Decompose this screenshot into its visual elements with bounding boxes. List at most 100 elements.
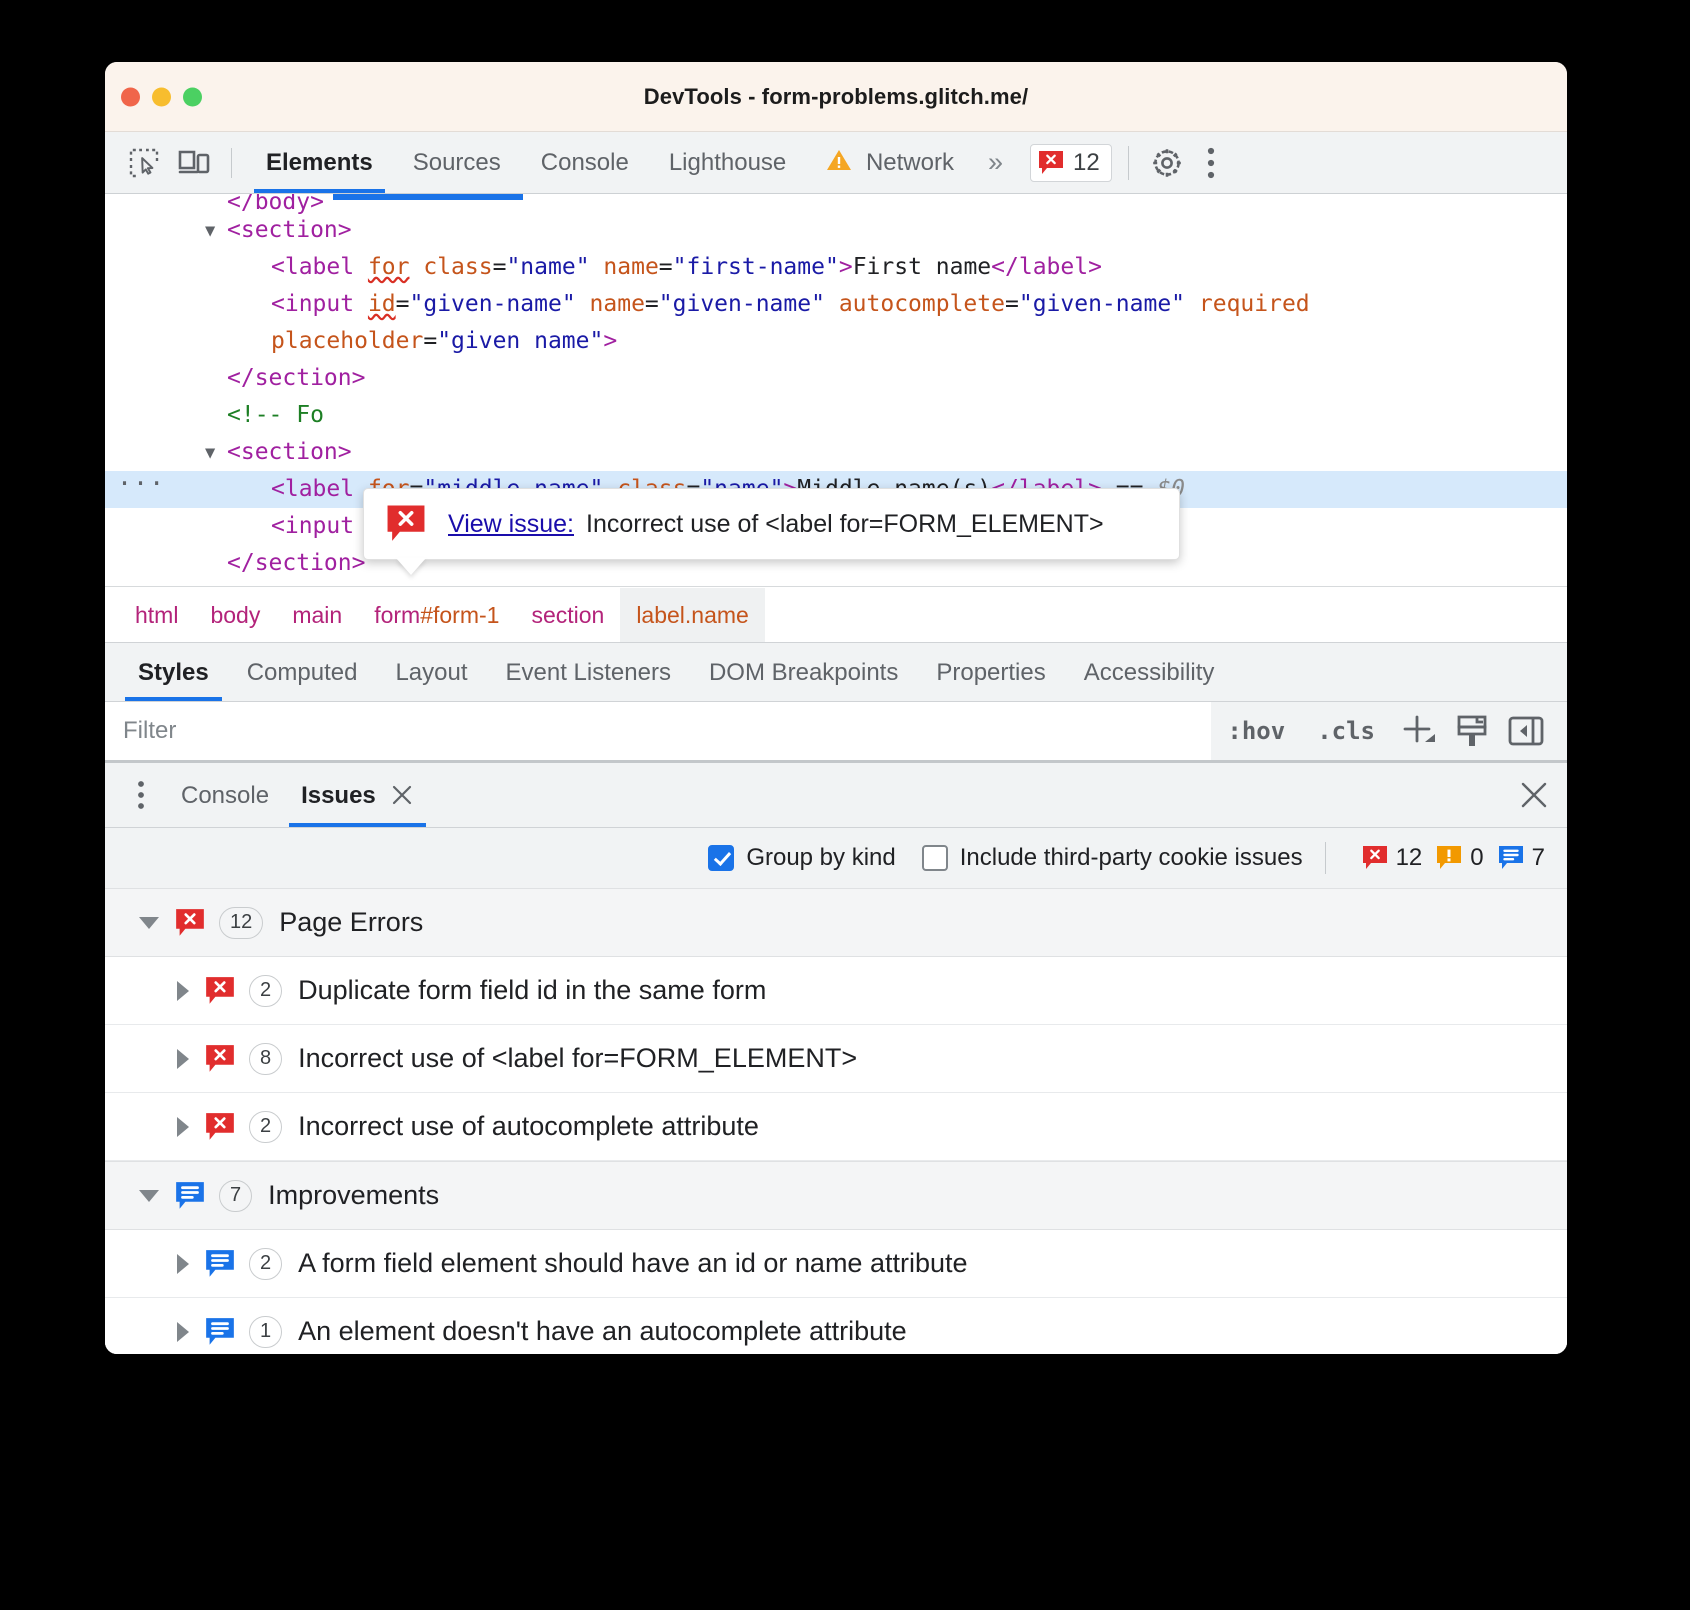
- paintbrush-icon[interactable]: [1445, 708, 1499, 754]
- breadcrumb-label: main: [292, 602, 342, 628]
- issue-tooltip[interactable]: View issue: Incorrect use of <label for=…: [363, 488, 1180, 560]
- group-by-kind-checkbox[interactable]: Group by kind: [708, 844, 895, 872]
- tab-properties[interactable]: Properties: [917, 644, 1064, 701]
- dom-token: =: [396, 291, 410, 317]
- view-issue-link[interactable]: View issue:: [448, 506, 574, 543]
- info-count-group: 7: [1498, 844, 1545, 872]
- warning-count-text: 0: [1470, 844, 1483, 872]
- include-third-party-label: Include third-party cookie issues: [960, 844, 1303, 872]
- close-drawer-icon[interactable]: [1519, 780, 1549, 810]
- issue-count-badge: 7: [219, 1180, 252, 1212]
- search-input[interactable]: [105, 702, 1211, 760]
- cls-toggle-button[interactable]: .cls: [1301, 717, 1391, 745]
- inspect-element-icon[interactable]: [121, 140, 167, 186]
- tab-accessibility-label: Accessibility: [1084, 659, 1215, 686]
- hov-toggle-button[interactable]: :hov: [1211, 717, 1301, 745]
- tab-event-listeners[interactable]: Event Listeners: [487, 644, 690, 701]
- minimize-window-button[interactable]: [152, 87, 171, 106]
- drawer-tab-issues[interactable]: Issues: [285, 764, 430, 827]
- dom-node-row[interactable]: </section>: [105, 360, 1567, 397]
- include-third-party-checkbox[interactable]: Include third-party cookie issues: [922, 844, 1303, 872]
- dom-token: >: [839, 254, 853, 280]
- devtools-window: DevTools - form-problems.glitch.me/ Elem…: [105, 62, 1567, 1354]
- breadcrumb-item-html[interactable]: html: [119, 588, 194, 642]
- info-count-text: 7: [1532, 844, 1545, 872]
- window-titlebar: DevTools - form-problems.glitch.me/: [105, 62, 1567, 132]
- styles-panel-tabs: Styles Computed Layout Event Listeners D…: [105, 642, 1567, 701]
- issue-group-label: Improvements: [268, 1180, 439, 1211]
- tab-dom-breakpoints[interactable]: DOM Breakpoints: [690, 644, 917, 701]
- tab-styles[interactable]: Styles: [119, 644, 228, 701]
- issue-group-header[interactable]: 7 Improvements: [105, 1161, 1567, 1230]
- issue-row[interactable]: 8Incorrect use of <label for=FORM_ELEMEN…: [105, 1025, 1567, 1093]
- error-bubble-icon: [205, 1044, 235, 1074]
- dom-token: "given name": [437, 328, 603, 354]
- drawer-tab-console-label: Console: [181, 764, 269, 827]
- error-count-badge[interactable]: 12: [1030, 144, 1112, 182]
- dom-line-partial[interactable]: </body>: [105, 198, 1567, 212]
- issue-label: Duplicate form field id in the same form: [298, 975, 766, 1006]
- dom-tree[interactable]: </body> ▼<section><label for class="name…: [105, 194, 1567, 586]
- more-tabs-button[interactable]: »: [974, 147, 1014, 178]
- dom-node-row[interactable]: ▼<section>: [105, 434, 1567, 471]
- dom-token: name: [590, 291, 645, 317]
- dom-node-row[interactable]: <label for class="name" name="first-name…: [105, 249, 1567, 286]
- chevron-right-icon[interactable]: [177, 1254, 189, 1274]
- dom-node-row[interactable]: <input id="given-name" name="given-name"…: [105, 286, 1567, 323]
- issue-row[interactable]: 1An element doesn't have an autocomplete…: [105, 1298, 1567, 1354]
- tab-sources[interactable]: Sources: [393, 132, 521, 193]
- breadcrumb-item-body[interactable]: body: [194, 588, 276, 642]
- tab-layout[interactable]: Layout: [376, 644, 486, 701]
- tooltip-tail: [396, 558, 426, 575]
- plus-new-style-rule-icon[interactable]: [1391, 708, 1445, 754]
- chevron-right-icon[interactable]: [177, 1049, 189, 1069]
- breadcrumb-label: section: [531, 602, 604, 628]
- drawer-kebab-menu-icon[interactable]: [117, 771, 165, 819]
- chevron-right-icon[interactable]: [177, 1322, 189, 1342]
- tab-dom-breakpoints-label: DOM Breakpoints: [709, 659, 898, 686]
- dom-node-row[interactable]: placeholder="given name">: [105, 323, 1567, 360]
- toggle-sidebar-icon[interactable]: [1499, 708, 1553, 754]
- error-bubble-icon: [205, 1112, 235, 1142]
- breadcrumb-item-main[interactable]: main: [276, 588, 358, 642]
- close-issues-tab-icon[interactable]: [390, 783, 414, 807]
- issue-group-header[interactable]: 12Page Errors: [105, 888, 1567, 957]
- expand-collapse-arrow-icon[interactable]: ▼: [205, 435, 215, 472]
- tab-lighthouse[interactable]: Lighthouse: [649, 132, 806, 193]
- issue-label: Incorrect use of <label for=FORM_ELEMENT…: [298, 1043, 857, 1074]
- device-toolbar-icon[interactable]: [171, 140, 217, 186]
- tab-computed[interactable]: Computed: [228, 644, 377, 701]
- drawer-tab-console[interactable]: Console: [165, 764, 285, 827]
- gear-icon[interactable]: [1145, 141, 1189, 185]
- tab-elements[interactable]: Elements: [246, 132, 393, 193]
- kebab-menu-icon[interactable]: [1189, 141, 1233, 185]
- tab-elements-label: Elements: [266, 149, 373, 176]
- dom-node-row[interactable]: <!-- Fo: [105, 397, 1567, 434]
- node-badge-ellipsis[interactable]: ···: [117, 465, 165, 502]
- dom-token: <label: [271, 476, 368, 502]
- chevron-right-icon[interactable]: [177, 1117, 189, 1137]
- breadcrumb-item-section[interactable]: section: [515, 588, 620, 642]
- dom-node-row[interactable]: ▼<section>: [105, 212, 1567, 249]
- breadcrumb-item-label[interactable]: label.name: [620, 588, 765, 642]
- chevron-down-icon[interactable]: [139, 917, 159, 929]
- chevron-right-icon[interactable]: [177, 981, 189, 1001]
- tab-console[interactable]: Console: [521, 132, 649, 193]
- tab-accessibility[interactable]: Accessibility: [1065, 644, 1234, 701]
- dom-token: =: [423, 328, 437, 354]
- dom-token: "name": [506, 254, 589, 280]
- dom-token: "given-name": [659, 291, 825, 317]
- maximize-window-button[interactable]: [183, 87, 202, 106]
- breadcrumb-item-form[interactable]: form#form-1: [358, 588, 515, 642]
- expand-collapse-arrow-icon[interactable]: ▼: [205, 213, 215, 250]
- tab-event-listeners-label: Event Listeners: [506, 659, 671, 686]
- tab-network[interactable]: Network: [806, 132, 974, 193]
- issue-row[interactable]: 2A form field element should have an id …: [105, 1230, 1567, 1298]
- drawer-header: Console Issues: [105, 760, 1567, 827]
- tab-console-label: Console: [541, 149, 629, 176]
- issue-row[interactable]: 2Incorrect use of autocomplete attribute: [105, 1093, 1567, 1161]
- close-window-button[interactable]: [121, 87, 140, 106]
- issue-row[interactable]: 2Duplicate form field id in the same for…: [105, 957, 1567, 1025]
- dom-token: <input: [271, 291, 368, 317]
- chevron-down-icon[interactable]: [139, 1190, 159, 1202]
